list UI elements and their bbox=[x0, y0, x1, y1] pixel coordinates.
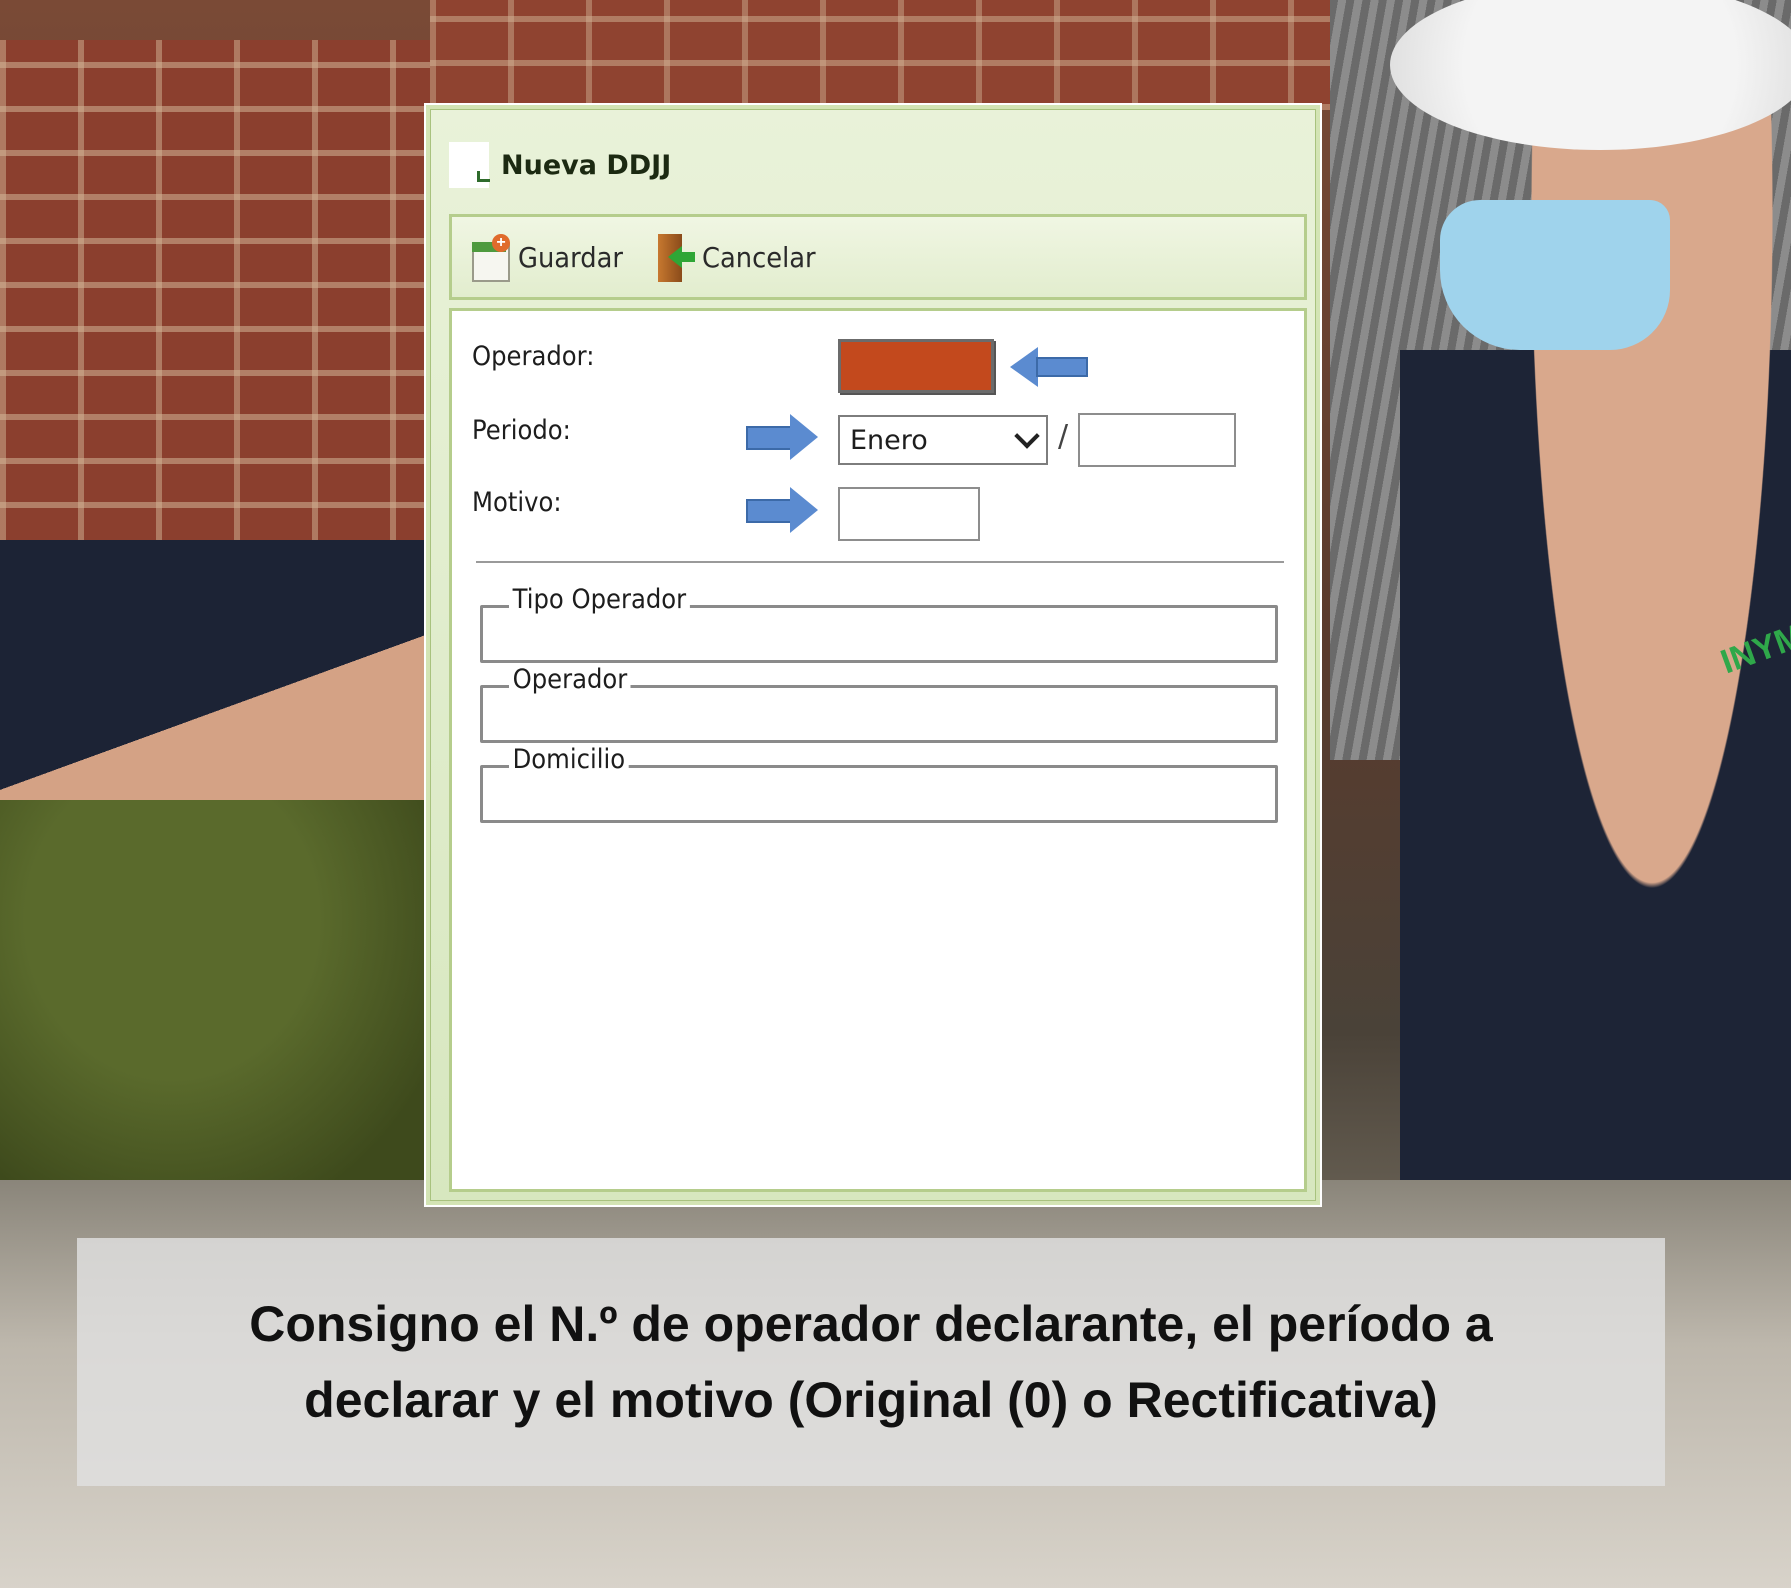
tipo-operador-group: Tipo Operador bbox=[480, 584, 1278, 663]
dialog-body: Nueva DDJJ + Guardar Cancelar Operador: … bbox=[430, 109, 1316, 1201]
save-button[interactable]: + Guardar bbox=[470, 234, 632, 282]
cancel-button[interactable]: Cancelar bbox=[654, 230, 826, 284]
document-icon bbox=[449, 142, 490, 188]
group-legend: Tipo Operador bbox=[509, 584, 690, 615]
dialog-title: Nueva DDJJ bbox=[501, 149, 672, 181]
group-legend: Operador bbox=[509, 664, 631, 695]
dialog-titlebar: Nueva DDJJ bbox=[449, 140, 671, 190]
brick-wall-top bbox=[430, 0, 1330, 110]
motivo-label: Motivo: bbox=[472, 487, 562, 518]
periodo-year-input[interactable] bbox=[1078, 413, 1236, 467]
cancel-button-label: Cancelar bbox=[702, 240, 816, 274]
form-panel: Operador: Periodo: Enero / Motivo: Tipo … bbox=[449, 308, 1307, 1192]
caption-line-2: declarar y el motivo (Original (0) o Rec… bbox=[304, 1372, 1438, 1428]
right-arrow-annotation bbox=[746, 487, 818, 533]
worker-left bbox=[0, 540, 430, 800]
domicilio-group: Domicilio bbox=[480, 744, 1278, 823]
save-button-label: Guardar bbox=[518, 240, 623, 274]
face-mask bbox=[1440, 200, 1670, 350]
toolbar: + Guardar Cancelar bbox=[449, 214, 1307, 300]
operador-label: Operador: bbox=[472, 341, 595, 372]
separator bbox=[476, 561, 1284, 563]
exit-door-icon bbox=[654, 230, 696, 284]
periodo-separator: / bbox=[1058, 419, 1069, 454]
periodo-month-value: Enero bbox=[850, 424, 928, 456]
motivo-input[interactable] bbox=[838, 487, 980, 541]
nueva-ddjj-dialog: Nueva DDJJ + Guardar Cancelar Operador: … bbox=[424, 103, 1322, 1207]
periodo-label: Periodo: bbox=[472, 415, 571, 446]
left-arrow-annotation bbox=[1010, 347, 1088, 387]
chevron-down-icon bbox=[1014, 423, 1040, 449]
operador-group: Operador bbox=[480, 664, 1278, 743]
right-arrow-annotation bbox=[746, 414, 818, 460]
group-legend: Domicilio bbox=[509, 744, 629, 775]
operador-input[interactable] bbox=[838, 339, 994, 393]
periodo-month-select[interactable]: Enero bbox=[838, 415, 1048, 465]
yerba-leaves bbox=[0, 800, 430, 1200]
instruction-caption: Consigno el N.º de operador declarante, … bbox=[77, 1238, 1665, 1486]
caption-line-1: Consigno el N.º de operador declarante, … bbox=[249, 1296, 1493, 1352]
save-icon: + bbox=[470, 234, 510, 282]
